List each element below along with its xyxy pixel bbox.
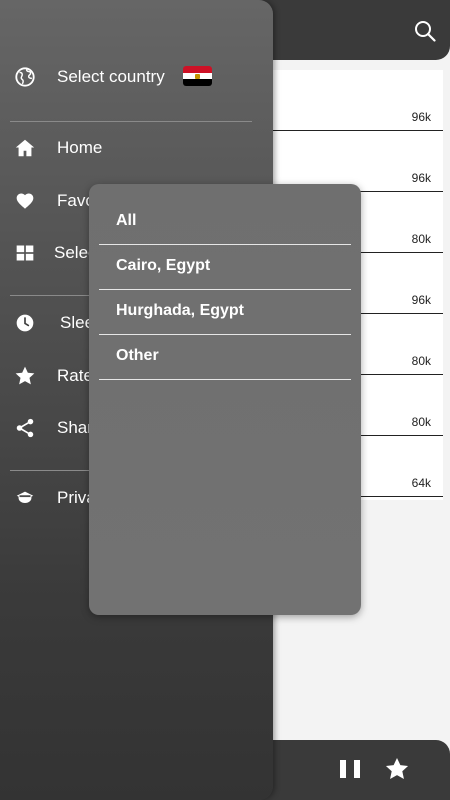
grid-icon xyxy=(13,241,37,265)
city-option-other[interactable]: Other xyxy=(99,335,351,380)
bitrate-label: 80k xyxy=(411,354,431,368)
drawer-divider xyxy=(10,121,252,122)
bitrate-label: 96k xyxy=(411,293,431,307)
select-country-label: Select country xyxy=(57,67,165,86)
bitrate-label: 96k xyxy=(411,171,431,185)
drawer-item-label: Rate xyxy=(57,366,93,385)
city-option-all[interactable]: All xyxy=(99,200,351,245)
option-label: All xyxy=(116,212,137,229)
bitrate-label: 96k xyxy=(411,110,431,124)
drawer-item-label: Home xyxy=(57,138,103,157)
select-country-item[interactable]: Select country xyxy=(0,55,273,99)
bitrate-label: 64k xyxy=(411,476,431,490)
home-icon xyxy=(13,136,37,160)
star-icon xyxy=(13,364,37,388)
star-icon xyxy=(385,757,409,779)
pause-icon xyxy=(340,760,346,778)
search-button[interactable] xyxy=(412,18,438,44)
egypt-flag-icon xyxy=(183,66,212,86)
globe-icon xyxy=(13,65,37,89)
option-label: Hurghada, Egypt xyxy=(116,302,245,319)
favorite-button[interactable] xyxy=(384,756,410,782)
drawer-item-label: Shar xyxy=(57,418,93,437)
privacy-icon xyxy=(13,486,37,510)
share-icon xyxy=(13,416,37,440)
clock-icon xyxy=(13,311,37,335)
pause-button[interactable] xyxy=(340,760,360,780)
heart-icon xyxy=(13,189,37,213)
city-option-hurghada[interactable]: Hurghada, Egypt xyxy=(99,290,351,335)
city-filter-popup: All Cairo, Egypt Hurghada, Egypt Other xyxy=(89,184,361,615)
bitrate-label: 80k xyxy=(411,415,431,429)
option-label: Cairo, Egypt xyxy=(116,257,211,274)
city-option-cairo[interactable]: Cairo, Egypt xyxy=(99,245,351,290)
bitrate-label: 80k xyxy=(411,232,431,246)
option-label: Other xyxy=(116,347,159,364)
drawer-item-home[interactable]: Home xyxy=(0,126,273,170)
search-icon xyxy=(415,21,436,42)
